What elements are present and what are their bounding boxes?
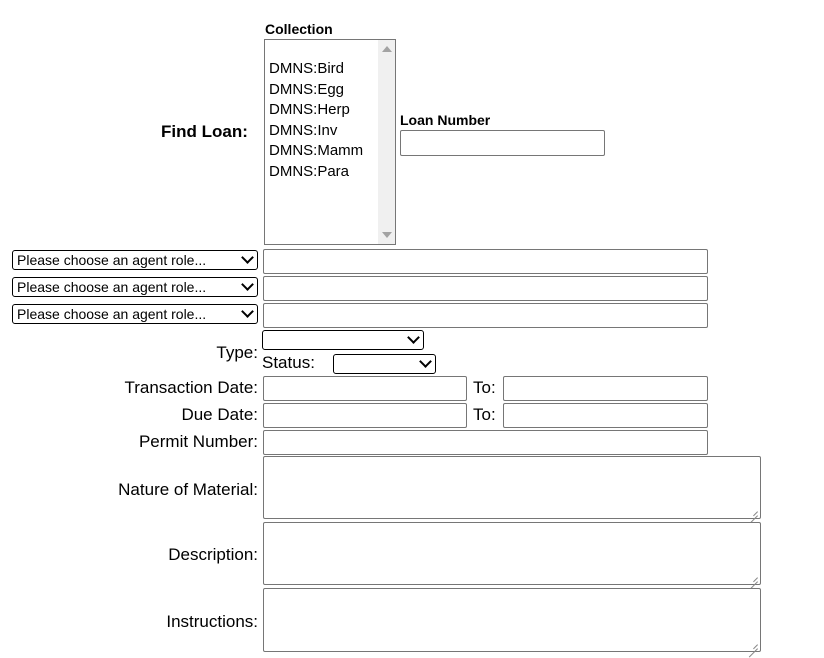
resize-grip-icon[interactable] xyxy=(748,506,758,516)
transaction-date-label: Transaction Date: xyxy=(124,378,258,397)
permit-number-label: Permit Number: xyxy=(138,432,258,451)
collection-option[interactable]: DMNS:Herp xyxy=(266,100,363,121)
resize-grip-icon[interactable] xyxy=(748,572,758,582)
chevron-down-icon xyxy=(241,305,254,318)
due-date-from-input[interactable] xyxy=(263,403,467,428)
due-date-label: Due Date: xyxy=(181,405,258,424)
chevron-down-icon xyxy=(241,251,254,264)
chevron-down-icon xyxy=(419,355,432,368)
chevron-down-icon xyxy=(407,331,420,344)
type-label: Type: xyxy=(216,343,258,362)
description-label: Description: xyxy=(168,545,258,564)
scroll-up-icon[interactable] xyxy=(382,46,392,52)
transaction-date-to-label: To: xyxy=(473,378,496,397)
agent-name-input-2[interactable] xyxy=(263,276,708,301)
due-date-to-input[interactable] xyxy=(503,403,708,428)
due-date-to-label: To: xyxy=(473,405,496,424)
type-select[interactable] xyxy=(262,330,424,350)
agent-role-value: Please choose an agent role... xyxy=(17,306,207,322)
transaction-date-from-input[interactable] xyxy=(263,376,467,401)
collection-scrollbar[interactable] xyxy=(378,40,395,244)
loan-number-input[interactable] xyxy=(400,130,605,156)
status-label: Status: xyxy=(262,353,315,372)
collection-option[interactable]: DMNS:Mamm xyxy=(266,141,363,162)
chevron-down-icon xyxy=(241,278,254,291)
collection-label: Collection xyxy=(265,21,333,37)
status-select[interactable] xyxy=(333,354,436,374)
permit-number-input[interactable] xyxy=(263,430,708,455)
collection-option[interactable]: DMNS:Para xyxy=(266,162,363,183)
agent-role-select-1[interactable]: Please choose an agent role... xyxy=(12,250,258,270)
description-textarea[interactable] xyxy=(263,522,761,585)
agent-role-value: Please choose an agent role... xyxy=(17,252,207,268)
transaction-date-to-input[interactable] xyxy=(503,376,708,401)
find-loan-label: Find Loan: xyxy=(161,122,248,141)
nature-of-material-textarea[interactable] xyxy=(263,456,761,519)
instructions-textarea[interactable] xyxy=(263,588,761,652)
resize-grip-icon[interactable] xyxy=(748,639,758,649)
collection-option[interactable]: DMNS:Bird xyxy=(266,59,363,80)
agent-name-input-3[interactable] xyxy=(263,303,708,328)
scroll-down-icon[interactable] xyxy=(382,232,392,238)
agent-role-select-3[interactable]: Please choose an agent role... xyxy=(12,304,258,324)
collection-options: DMNS:Bird DMNS:Egg DMNS:Herp DMNS:Inv DM… xyxy=(266,59,363,182)
agent-role-select-2[interactable]: Please choose an agent role... xyxy=(12,277,258,297)
agent-name-input-1[interactable] xyxy=(263,249,708,274)
nature-of-material-label: Nature of Material: xyxy=(118,480,258,499)
collection-option[interactable]: DMNS:Egg xyxy=(266,80,363,101)
loan-number-label: Loan Number xyxy=(400,112,491,128)
collection-listbox[interactable]: DMNS:Bird DMNS:Egg DMNS:Herp DMNS:Inv DM… xyxy=(264,39,396,245)
instructions-label: Instructions: xyxy=(166,612,258,631)
collection-option[interactable]: DMNS:Inv xyxy=(266,121,363,142)
agent-role-value: Please choose an agent role... xyxy=(17,279,207,295)
